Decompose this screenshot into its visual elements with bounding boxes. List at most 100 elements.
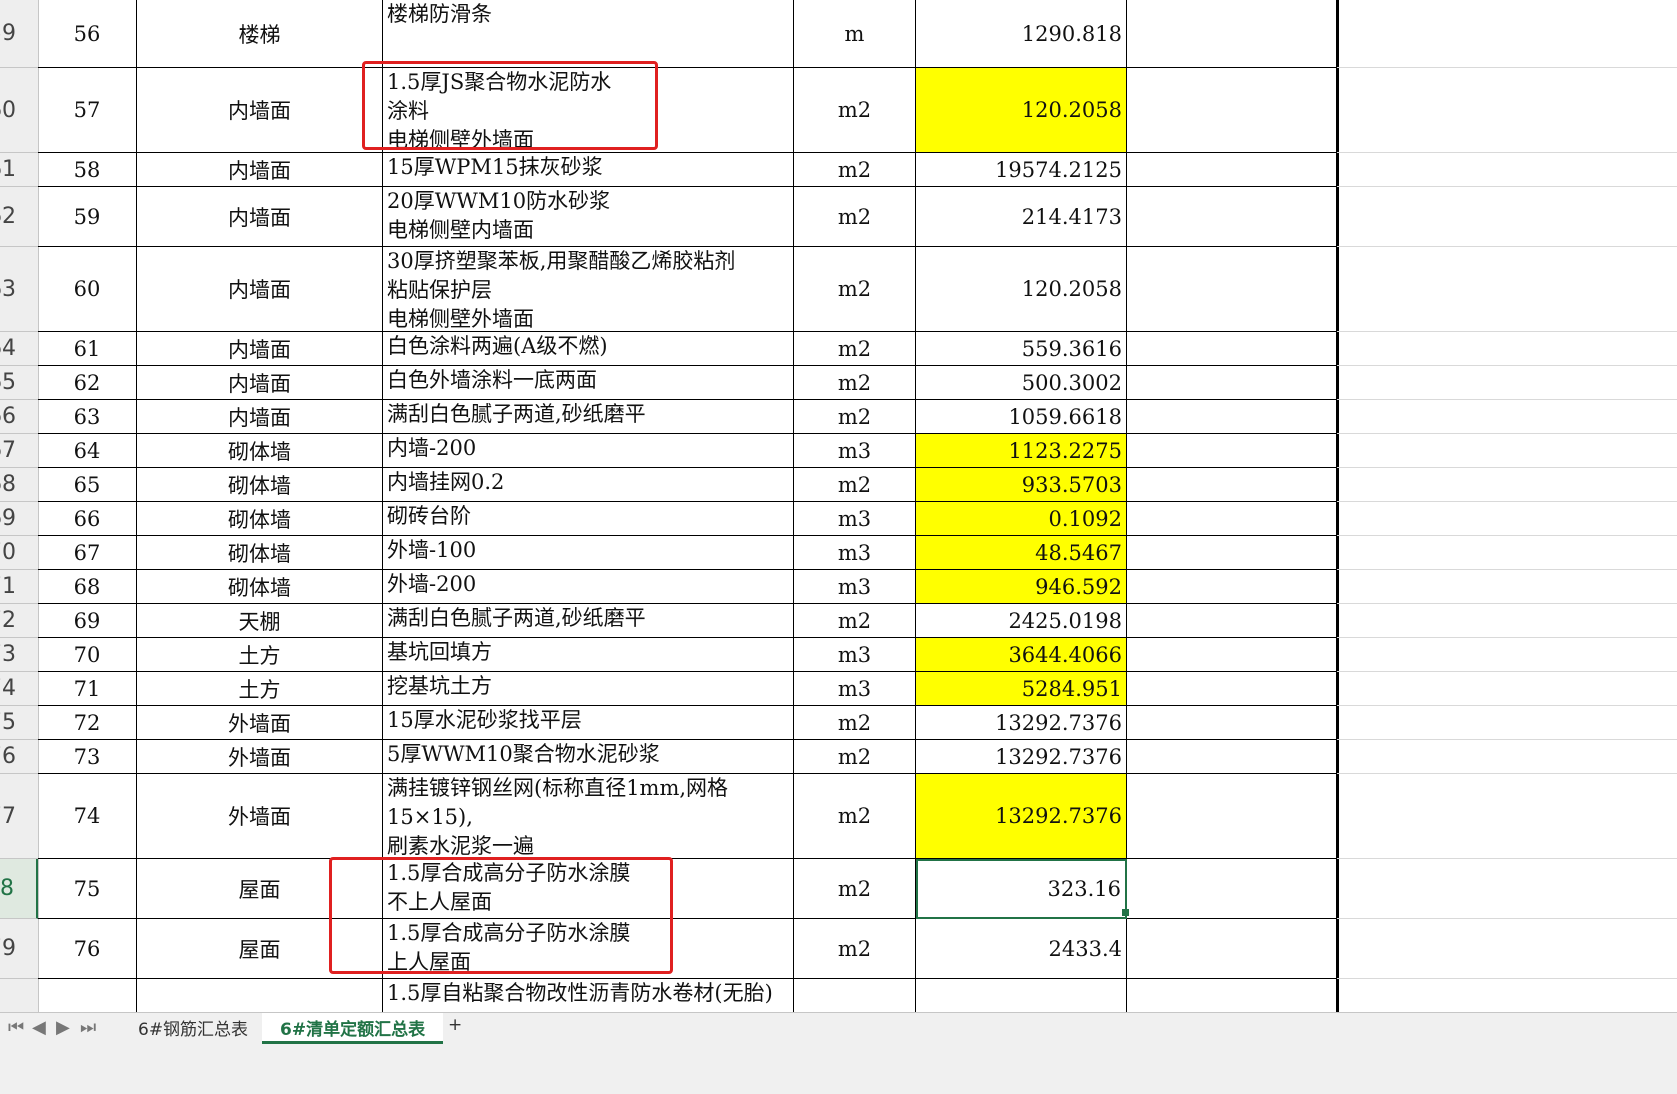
cell-empty-outside[interactable] <box>1337 366 1677 400</box>
cell-description[interactable]: 5厚WWM10聚合物水泥砂浆 <box>383 740 794 774</box>
cell-item-number[interactable]: 72 <box>38 706 137 740</box>
cell-unit[interactable]: m2 <box>794 68 916 153</box>
cell-category[interactable]: 内墙面 <box>137 68 383 153</box>
cell-empty[interactable] <box>1127 604 1337 638</box>
cell-empty[interactable] <box>1127 919 1337 979</box>
prev-sheet-icon[interactable]: ◀ <box>32 1017 46 1038</box>
cell-empty[interactable] <box>1127 859 1337 919</box>
cell-unit[interactable]: m2 <box>794 919 916 979</box>
cell-description[interactable]: 满挂镀锌钢丝网(标称直径1mm,网格 15×15), 刷素水泥浆一遍 <box>383 774 794 859</box>
cell-item-number[interactable]: 56 <box>38 0 137 68</box>
cell-item-number[interactable]: 64 <box>38 434 137 468</box>
cell-unit[interactable]: m2 <box>794 187 916 247</box>
cell-item-number[interactable]: 61 <box>38 332 137 366</box>
cell-description[interactable]: 白色外墙涂料一底两面 <box>383 366 794 400</box>
cell-category[interactable]: 砌体墙 <box>137 468 383 502</box>
cell-item-number[interactable]: 62 <box>38 366 137 400</box>
next-sheet-icon[interactable]: ▶ <box>56 1017 70 1038</box>
cell-item-number[interactable]: 67 <box>38 536 137 570</box>
cell-empty[interactable] <box>1127 740 1337 774</box>
cell-empty-outside[interactable] <box>1337 859 1677 919</box>
cell-description[interactable]: 满刮白色腻子两道,砂纸磨平 <box>383 604 794 638</box>
cell-empty-outside[interactable] <box>1337 400 1677 434</box>
cell-unit[interactable]: m2 <box>794 153 916 187</box>
cell-empty-outside[interactable] <box>1337 434 1677 468</box>
cell-item-number[interactable]: 73 <box>38 740 137 774</box>
cell-quantity[interactable]: 214.4173 <box>916 187 1127 247</box>
cell-unit[interactable]: m3 <box>794 536 916 570</box>
cell-empty-outside[interactable] <box>1337 604 1677 638</box>
row-header[interactable]: 75 <box>0 706 38 740</box>
cell-item-number[interactable]: 63 <box>38 400 137 434</box>
cell-quantity[interactable]: 19574.2125 <box>916 153 1127 187</box>
row-header[interactable]: 71 <box>0 570 38 604</box>
cell-description[interactable]: 白色涂料两遍(A级不燃) <box>383 332 794 366</box>
cell-category[interactable]: 土方 <box>137 638 383 672</box>
cell-empty[interactable] <box>1127 68 1337 153</box>
sheet-tab[interactable]: 6#钢筋汇总表 <box>120 1013 266 1041</box>
cell-empty[interactable] <box>1127 638 1337 672</box>
sheet-tab[interactable]: 6#清单定额汇总表 <box>262 1013 444 1044</box>
cell-empty-outside[interactable] <box>1337 502 1677 536</box>
cell-quantity[interactable]: 13292.7376 <box>916 774 1127 859</box>
cell-category[interactable]: 内墙面 <box>137 332 383 366</box>
cell-unit[interactable]: m2 <box>794 400 916 434</box>
cell-unit[interactable]: m3 <box>794 638 916 672</box>
row-header[interactable]: 79 <box>0 919 38 979</box>
spreadsheet-grid[interactable]: 5956楼梯楼梯防滑条m1290.8186057内墙面1.5厚JS聚合物水泥防水… <box>0 0 1677 1075</box>
cell-empty-outside[interactable] <box>1337 919 1677 979</box>
cell-unit[interactable]: m3 <box>794 672 916 706</box>
cell-empty-outside[interactable] <box>1337 638 1677 672</box>
cell-description[interactable]: 基坑回填方 <box>383 638 794 672</box>
cell-description[interactable]: 20厚WWM10防水砂浆 电梯侧壁内墙面 <box>383 187 794 247</box>
cell-quantity[interactable]: 13292.7376 <box>916 740 1127 774</box>
row-header[interactable]: 69 <box>0 502 38 536</box>
row-header[interactable]: 61 <box>0 153 38 187</box>
row-header[interactable]: 60 <box>0 68 38 153</box>
cell-category[interactable]: 楼梯 <box>137 0 383 68</box>
cell-quantity[interactable]: 3644.4066 <box>916 638 1127 672</box>
cell-empty[interactable] <box>1127 706 1337 740</box>
cell-quantity[interactable]: 120.2058 <box>916 247 1127 332</box>
row-header[interactable]: 73 <box>0 638 38 672</box>
cell-description[interactable]: 外墙-200 <box>383 570 794 604</box>
cell-item-number[interactable]: 59 <box>38 187 137 247</box>
row-header[interactable]: 70 <box>0 536 38 570</box>
cell-item-number[interactable]: 74 <box>38 774 137 859</box>
row-header[interactable]: 65 <box>0 366 38 400</box>
cell-category[interactable]: 外墙面 <box>137 706 383 740</box>
cell-empty-outside[interactable] <box>1337 0 1677 68</box>
cell-description[interactable]: 内墙-200 <box>383 434 794 468</box>
cell-unit[interactable]: m3 <box>794 434 916 468</box>
cell-category[interactable]: 砌体墙 <box>137 502 383 536</box>
cell-item-number[interactable]: 66 <box>38 502 137 536</box>
cell-empty[interactable] <box>1127 434 1337 468</box>
cell-quantity[interactable]: 1290.818 <box>916 0 1127 68</box>
fill-handle[interactable] <box>1122 909 1129 916</box>
cell-quantity[interactable]: 13292.7376 <box>916 706 1127 740</box>
cell-empty[interactable] <box>1127 672 1337 706</box>
cell-unit[interactable]: m2 <box>794 740 916 774</box>
cell-category[interactable]: 砌体墙 <box>137 434 383 468</box>
cell-category[interactable]: 外墙面 <box>137 740 383 774</box>
cell-category[interactable]: 天棚 <box>137 604 383 638</box>
cell-unit[interactable]: m2 <box>794 774 916 859</box>
row-header[interactable]: 77 <box>0 774 38 859</box>
cell-item-number[interactable]: 76 <box>38 919 137 979</box>
row-header[interactable]: 78 <box>0 859 38 919</box>
cell-category[interactable]: 砌体墙 <box>137 570 383 604</box>
cell-category[interactable]: 内墙面 <box>137 153 383 187</box>
row-header[interactable]: 63 <box>0 247 38 332</box>
cell-unit[interactable]: m2 <box>794 706 916 740</box>
cell-unit[interactable]: m3 <box>794 570 916 604</box>
cell-empty-outside[interactable] <box>1337 247 1677 332</box>
cell-item-number[interactable]: 57 <box>38 68 137 153</box>
cell-description[interactable]: 砌砖台阶 <box>383 502 794 536</box>
cell-empty[interactable] <box>1127 153 1337 187</box>
cell-unit[interactable]: m2 <box>794 366 916 400</box>
cell-empty-outside[interactable] <box>1337 68 1677 153</box>
cell-empty[interactable] <box>1127 570 1337 604</box>
cell-quantity[interactable]: 120.2058 <box>916 68 1127 153</box>
cell-empty-outside[interactable] <box>1337 672 1677 706</box>
cell-unit[interactable]: m2 <box>794 332 916 366</box>
